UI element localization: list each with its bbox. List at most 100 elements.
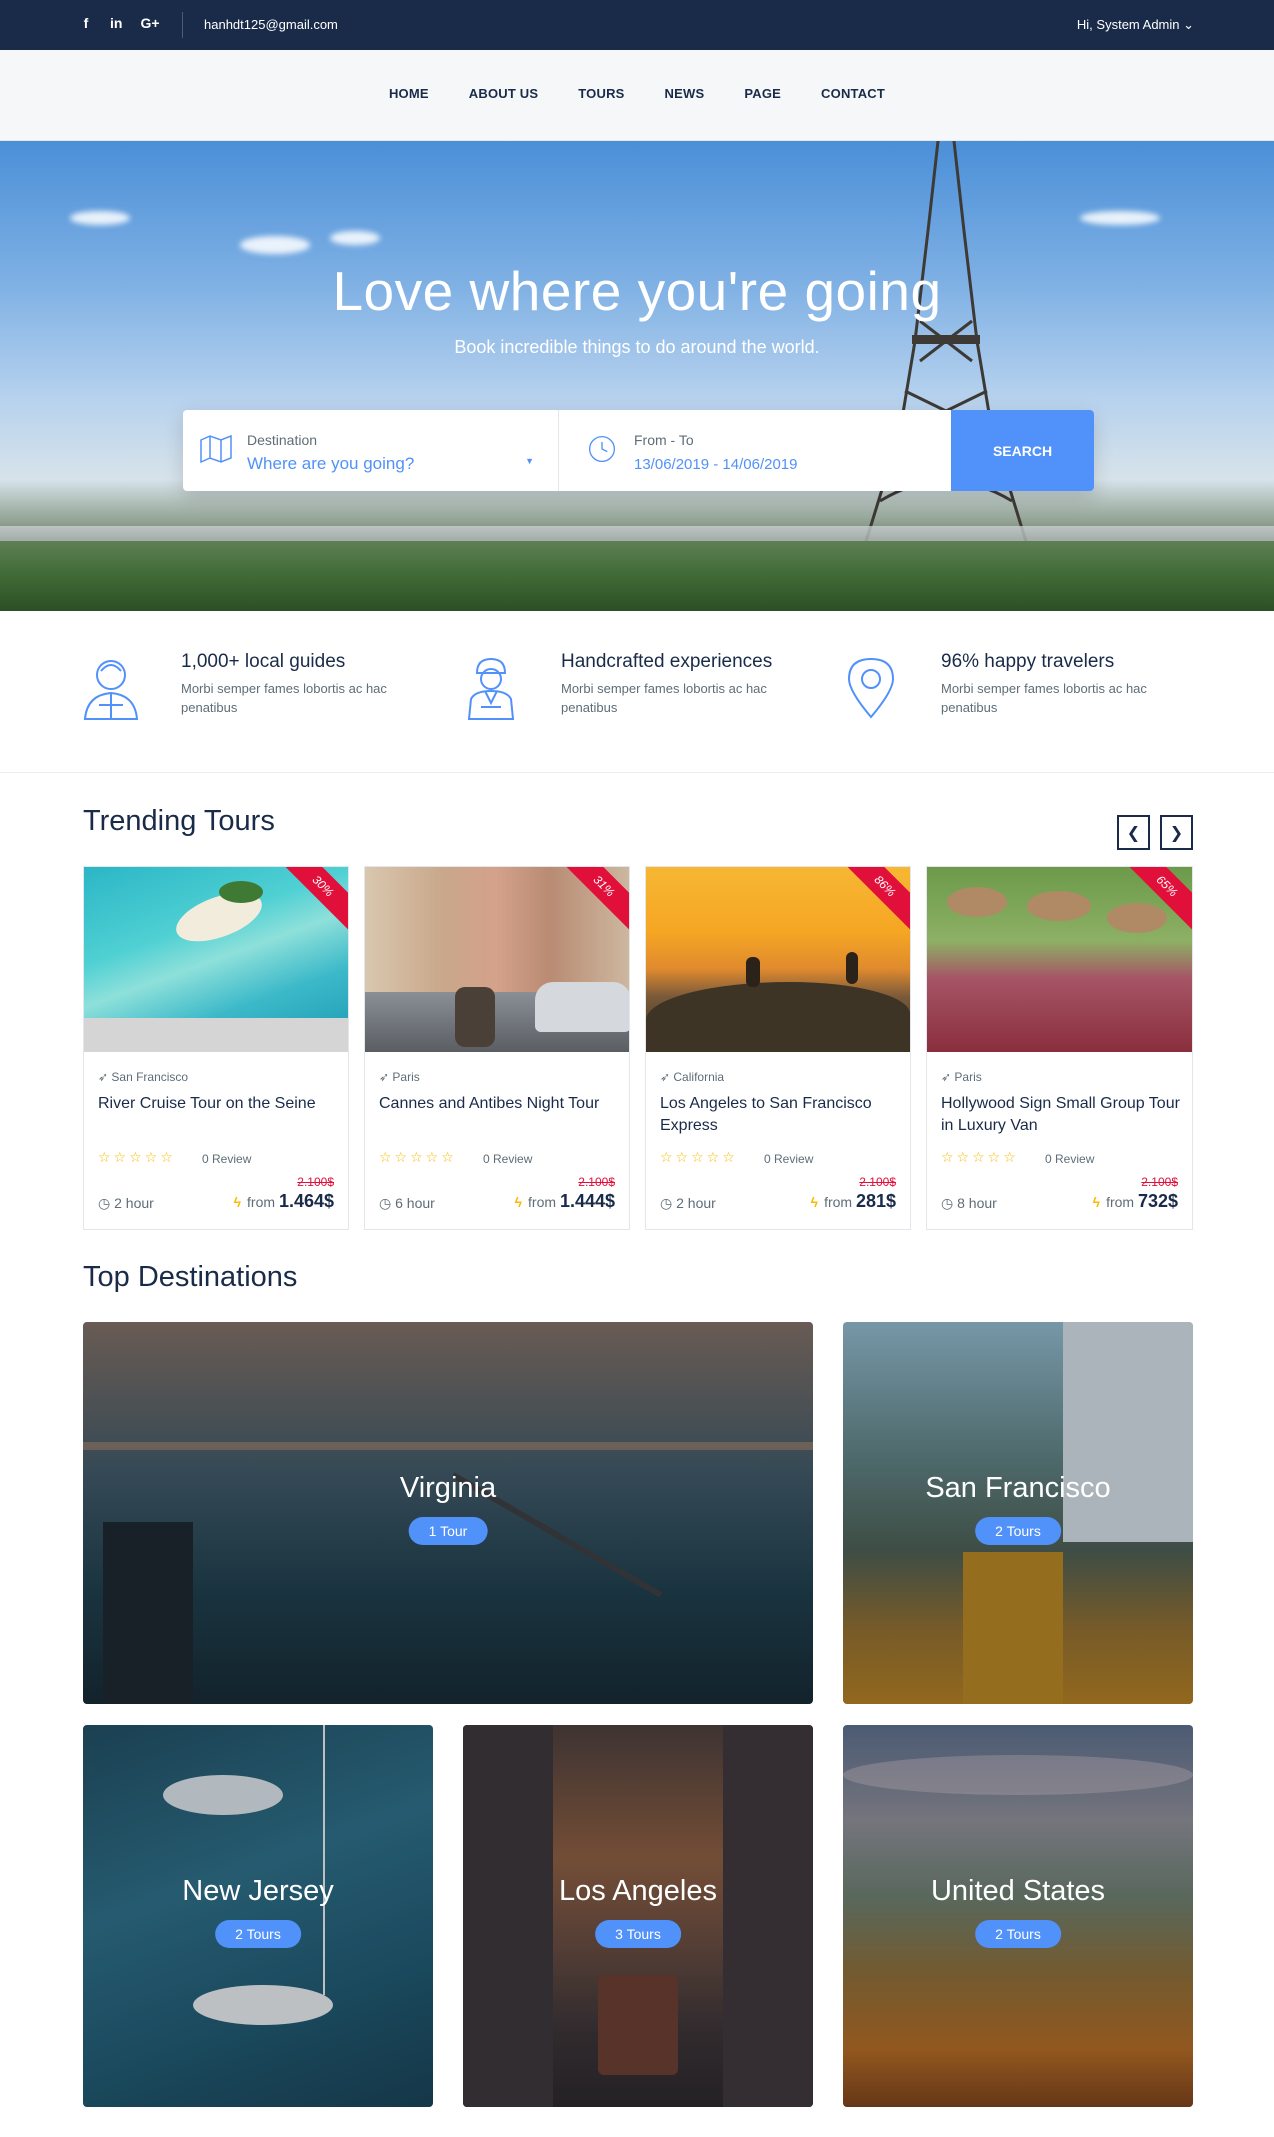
- search-button[interactable]: SEARCH: [951, 410, 1094, 491]
- review-count: 0 Review: [483, 1152, 533, 1166]
- tour-card[interactable]: 86% ➶ California Los Angeles to San Fran…: [645, 866, 911, 1230]
- date-range-field[interactable]: From - To 13/06/2019 - 14/06/2019: [559, 410, 951, 491]
- location-arrow-icon: ➶: [379, 1070, 393, 1084]
- feature-handcrafted: Handcrafted experiences Morbi semper fam…: [461, 651, 801, 741]
- nav-about-us[interactable]: ABOUT US: [469, 86, 539, 101]
- destination-card-new-jersey[interactable]: New Jersey 2 Tours: [83, 1725, 433, 2107]
- tour-count-badge[interactable]: 2 Tours: [215, 1920, 301, 1948]
- destination-card-los-angeles[interactable]: Los Angeles 3 Tours: [463, 1725, 813, 2107]
- feature-title: Handcrafted experiences: [561, 651, 773, 672]
- tour-name[interactable]: Cannes and Antibes Night Tour: [379, 1093, 619, 1115]
- nav-home[interactable]: HOME: [389, 86, 429, 101]
- caret-down-icon[interactable]: ▼: [525, 456, 534, 466]
- tour-price: ϟ from 1.444$: [514, 1191, 615, 1211]
- rating-stars: ☆☆☆☆☆: [379, 1149, 457, 1165]
- discount-badge: 86%: [836, 867, 910, 935]
- feature-description: Morbi semper fames lobortis ac hac penat…: [561, 681, 767, 715]
- google-plus-icon[interactable]: G+: [140, 15, 159, 31]
- linkedin-icon[interactable]: in: [110, 15, 122, 31]
- destination-name: Los Angeles: [558, 1875, 717, 1907]
- clock-icon: ◷: [98, 1195, 115, 1211]
- discount-badge: 31%: [555, 867, 629, 935]
- lightning-icon: ϟ: [810, 1194, 819, 1210]
- image-overlay: [463, 1725, 813, 2107]
- tour-location: ➶ Paris: [379, 1070, 420, 1084]
- tour-card[interactable]: 30% ➶ San Francisco River Cruise Tour on…: [83, 866, 349, 1230]
- carousel-controls: ❮ ❯: [1117, 815, 1193, 850]
- clock-icon: ◷: [941, 1195, 958, 1211]
- tour-image-friends[interactable]: 65%: [927, 867, 1192, 1052]
- tour-name[interactable]: Hollywood Sign Small Group Tour in Luxur…: [941, 1093, 1181, 1137]
- contact-email[interactable]: hanhdt125@gmail.com: [204, 17, 338, 32]
- cloud: [240, 236, 310, 254]
- tour-count-badge[interactable]: 2 Tours: [975, 1920, 1061, 1948]
- map-pin-icon: [847, 657, 895, 719]
- rating-stars: ☆☆☆☆☆: [660, 1149, 738, 1165]
- facebook-icon[interactable]: f: [80, 15, 92, 31]
- main-nav: HOME ABOUT US TOURS NEWS PAGE CONTACT: [0, 50, 1274, 141]
- cloud: [70, 211, 130, 225]
- clock-icon: ◷: [379, 1195, 396, 1211]
- tour-image-beach[interactable]: 30%: [84, 867, 348, 1052]
- trending-tours-title: Trending Tours: [83, 805, 275, 837]
- destination-name: New Jersey: [182, 1875, 334, 1907]
- features-strip: 1,000+ local guides Morbi semper fames l…: [0, 611, 1274, 773]
- tour-card[interactable]: 65% ➶ Paris Hollywood Sign Small Group T…: [926, 866, 1193, 1230]
- destination-card-united-states[interactable]: United States 2 Tours: [843, 1725, 1193, 2107]
- destination-name: San Francisco: [925, 1472, 1111, 1504]
- tour-image-sunset-hikers[interactable]: 86%: [646, 867, 910, 1052]
- cloud: [330, 231, 380, 245]
- feature-description: Morbi semper fames lobortis ac hac penat…: [181, 681, 387, 715]
- search-form: Destination Where are you going? ▼ From …: [183, 410, 1094, 491]
- location-arrow-icon: ➶: [660, 1070, 674, 1084]
- destination-card-san-francisco[interactable]: San Francisco 2 Tours: [843, 1322, 1193, 1704]
- rating-stars: ☆☆☆☆☆: [98, 1149, 176, 1165]
- hero-banner: Love where you're going Book incredible …: [0, 141, 1274, 611]
- review-count: 0 Review: [202, 1152, 252, 1166]
- tour-duration: ◷ 6 hour: [379, 1195, 435, 1211]
- old-price: 2.100$: [859, 1175, 896, 1189]
- feature-title: 1,000+ local guides: [181, 651, 346, 672]
- destination-field[interactable]: Destination Where are you going? ▼: [183, 410, 559, 491]
- tree-line: [0, 541, 1274, 611]
- old-price: 2.100$: [578, 1175, 615, 1189]
- destination-name: United States: [930, 1875, 1106, 1907]
- topbar-divider: [182, 12, 183, 38]
- cloud: [1080, 211, 1160, 225]
- lightning-icon: ϟ: [514, 1194, 523, 1210]
- tour-name[interactable]: Los Angeles to San Francisco Express: [660, 1093, 900, 1137]
- tour-image-street[interactable]: 31%: [365, 867, 629, 1052]
- carousel-prev-button[interactable]: ❮: [1117, 815, 1150, 850]
- date-range-label: From - To: [634, 432, 694, 448]
- tour-count-badge[interactable]: 2 Tours: [975, 1517, 1061, 1545]
- map-icon: [200, 434, 232, 464]
- nav-tours[interactable]: TOURS: [578, 86, 624, 101]
- destination-label: Destination: [247, 432, 318, 448]
- feature-description: Morbi semper fames lobortis ac hac penat…: [941, 681, 1147, 715]
- lightning-icon: ϟ: [233, 1194, 242, 1210]
- location-arrow-icon: ➶: [941, 1070, 955, 1084]
- destination-input[interactable]: Where are you going?: [247, 454, 414, 474]
- nav-contact[interactable]: CONTACT: [821, 86, 885, 101]
- feature-title: 96% happy travelers: [941, 651, 1115, 672]
- tour-name[interactable]: River Cruise Tour on the Seine: [98, 1093, 338, 1115]
- destination-card-virginia[interactable]: Virginia 1 Tour: [83, 1322, 813, 1704]
- tour-card[interactable]: 31% ➶ Paris Cannes and Antibes Night Tou…: [364, 866, 630, 1230]
- hero-title: Love where you're going: [332, 260, 942, 322]
- guide-icon: [83, 660, 139, 720]
- carousel-next-button[interactable]: ❯: [1160, 815, 1193, 850]
- date-range-input[interactable]: 13/06/2019 - 14/06/2019: [634, 456, 797, 473]
- tour-location: ➶ California: [660, 1070, 725, 1084]
- lightning-icon: ϟ: [1092, 1194, 1101, 1210]
- old-price: 2.100$: [297, 1175, 334, 1189]
- tour-count-badge[interactable]: 1 Tour: [408, 1517, 488, 1545]
- tour-count-badge[interactable]: 3 Tours: [595, 1920, 681, 1948]
- tour-duration: ◷ 2 hour: [660, 1195, 716, 1211]
- destination-name: Virginia: [399, 1472, 497, 1504]
- account-menu[interactable]: Hi, System Admin ⌄: [1077, 17, 1194, 33]
- discount-badge: 30%: [274, 867, 348, 935]
- nav-news[interactable]: NEWS: [665, 86, 705, 101]
- tour-duration: ◷ 8 hour: [941, 1195, 997, 1211]
- nav-page[interactable]: PAGE: [744, 86, 781, 101]
- feature-local-guides: 1,000+ local guides Morbi semper fames l…: [81, 651, 421, 741]
